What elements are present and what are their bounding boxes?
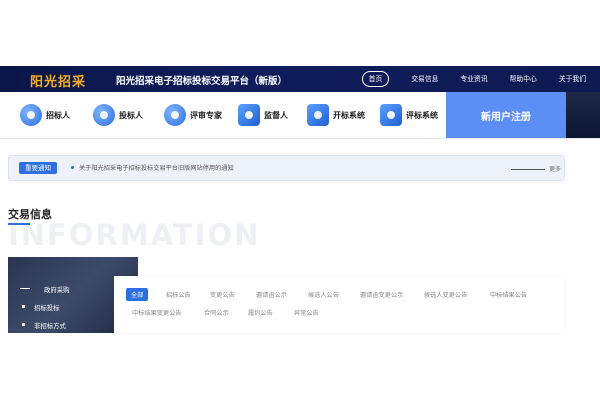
notice-link[interactable]: 关于阳光招采电子招标投标交易平台旧版网站停用的通知: [79, 163, 234, 172]
bullet-icon: [71, 166, 74, 169]
nav-help-center[interactable]: 帮助中心: [510, 71, 537, 87]
register-button[interactable]: 新用户注册: [446, 92, 566, 138]
top-whitespace: [0, 0, 600, 66]
expert-icon: [164, 104, 186, 126]
role-supervisor[interactable]: 监督人: [238, 102, 288, 128]
section-title: 交易信息: [8, 208, 52, 221]
divider-line: [511, 169, 545, 170]
tab-award-result-change[interactable]: 中标结果变更公告: [132, 308, 182, 317]
role-label: 监督人: [264, 110, 288, 120]
section-underline: [8, 223, 30, 225]
role-label: 评标系统: [406, 110, 438, 120]
role-expert[interactable]: 评审专家: [164, 102, 222, 128]
tab-invitation-notice[interactable]: 邀请函公示: [256, 290, 287, 299]
role-label: 招标人: [46, 110, 70, 120]
tab-all[interactable]: 全部: [126, 288, 149, 301]
main-nav: 首页 交易信息 专业资讯 帮助中心 关于我们: [361, 71, 600, 87]
role-evaluation-system[interactable]: 评标系统: [380, 102, 438, 128]
nav-transaction-info[interactable]: 交易信息: [411, 71, 438, 87]
announcement-tabs: 全部 招标公告 变更公告 邀请函公示 候选人公告 邀请函变更公示 候选人变更公告…: [114, 276, 564, 333]
tab-award-result-announcement[interactable]: 中标结果公告: [490, 290, 527, 299]
role-label: 评审专家: [190, 110, 222, 120]
decorative-image: [566, 92, 600, 138]
nav-home[interactable]: 首页: [361, 71, 390, 87]
site-title: 阳光招采电子招标投标交易平台（新版）: [116, 76, 288, 87]
bidder-person-icon: [20, 104, 42, 126]
site-header: 阳光招采 阳光招采电子招标投标交易平台（新版） 首页 交易信息 专业资讯 帮助中…: [0, 66, 600, 92]
role-tenderer[interactable]: 投标人: [93, 102, 143, 128]
nav-professional-news[interactable]: 专业资讯: [460, 71, 487, 87]
supervisor-monitor-icon: [238, 104, 260, 126]
role-label: 投标人: [119, 110, 143, 120]
section-watermark: INFORMATION: [8, 218, 261, 252]
tab-contract-notice[interactable]: 合同公示: [204, 308, 229, 317]
role-bidder[interactable]: 招标人: [20, 102, 70, 128]
dash-icon: [20, 288, 30, 289]
bullet-icon: [22, 323, 25, 326]
notice-bar: 重要通知 关于阳光招采电子招标投标交易平台旧版网站停用的通知 更多: [8, 155, 565, 181]
role-opening-system[interactable]: 开标系统: [307, 102, 365, 128]
nav-about-us[interactable]: 关于我们: [559, 71, 586, 87]
side-item-label: 非招标方式: [34, 322, 66, 330]
tenderer-person-icon: [93, 104, 115, 126]
role-label: 开标系统: [333, 110, 365, 120]
tab-invitation-change-notice[interactable]: 邀请函变更公示: [360, 290, 403, 299]
tab-tender-announcement[interactable]: 招标公告: [166, 290, 191, 299]
tab-candidate-change-announcement[interactable]: 候选人变更公告: [424, 290, 467, 299]
tab-performance-announcement[interactable]: 履约公告: [248, 308, 273, 317]
bullet-icon: [22, 305, 25, 308]
notice-tag: 重要通知: [19, 162, 57, 174]
side-item-label: 政府采购: [44, 286, 70, 294]
site-logo[interactable]: 阳光招采: [30, 71, 86, 90]
evaluation-system-icon: [380, 104, 402, 126]
opening-system-icon: [307, 104, 329, 126]
tab-candidate-announcement[interactable]: 候选人公告: [308, 290, 339, 299]
tab-change-announcement[interactable]: 变更公告: [210, 290, 235, 299]
more-link[interactable]: 更多: [549, 164, 561, 173]
side-item-label: 招标投标: [34, 304, 60, 312]
tab-exception-announcement[interactable]: 异常公告: [294, 308, 319, 317]
